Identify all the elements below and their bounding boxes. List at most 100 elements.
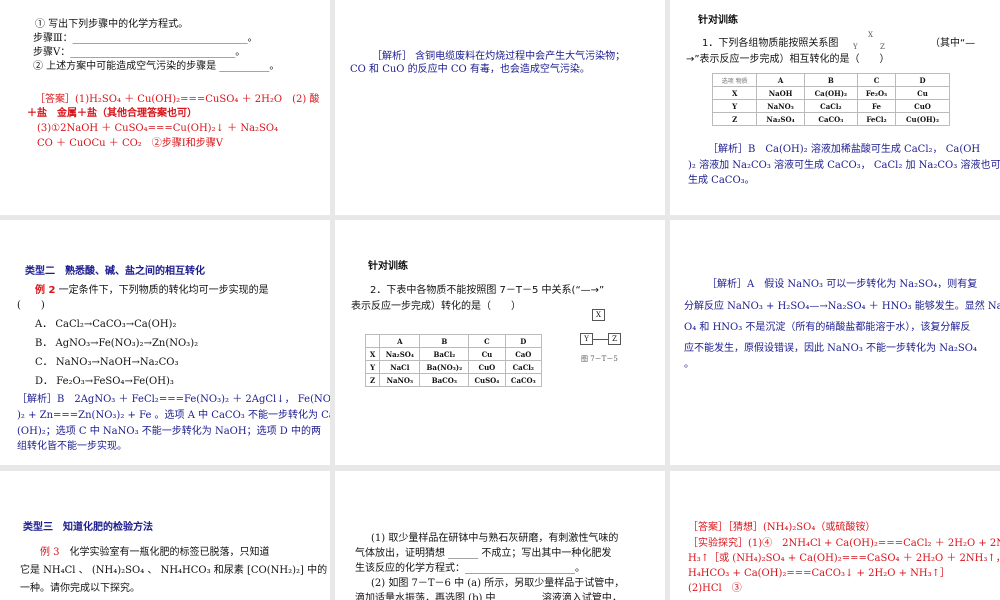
slide-4[interactable]: 类型二 熟悉酸、碱、盐之间的相互转化 例 2 一定条件下，下列物质的转化均可一步… [0,220,330,465]
answer-line: CO ＋ CuOCu ＋ CO₂ ②步骤Ⅰ和步骤Ⅴ [37,138,223,149]
header-cell: 选项 物质 [711,73,758,87]
cell: CuO [468,360,506,374]
option-a: A． CaCl₂→CaCO₃→Ca(OH)₂ [35,319,177,330]
answer-line: ＋盐 金属＋盐（其他合理答案也可） [27,108,197,119]
analysis-line: )₂ 溶液加 Na₂CO₃ 溶液可生成 CaCO₃， CaCl₂ 加 Na₂CO… [688,160,1000,171]
header-cell: D [895,73,950,87]
analysis-line: )₂ + Zn===Zn(NO₃)₂ + Fe 。选项 A 中 CaCO₃ 不能… [17,410,330,421]
question-line: 它是 NH₄Cl 、 (NH₄)₂SO₄ 、 NH₄HCO₃ 和尿素 [CO(N… [20,565,328,576]
table-header: ABCD [364,334,543,348]
answer-line: (3)①2NaOH ＋ CuSO₄===Cu(OH)₂↓ ＋ Na₂SO₄ [37,123,279,134]
header-cell: C [856,73,897,87]
cell: X [711,86,758,100]
cell: Ca(OH)₂ [803,86,858,100]
cell: NaNO₃ [756,99,805,113]
slide-1[interactable]: ① 写出下列步骤中的化学方程式。 步骤Ⅲ：___________________… [0,0,330,215]
analysis-line: O₄ 和 HNO₃ 不是沉淀（所有的硝酸盐都能溶于水），该复分解反 [684,322,971,333]
cell: CaO [504,347,543,361]
table-row: X NaOH Ca(OH)₂ Fe₂O₃ Cu [711,86,950,100]
node-y: Y [580,333,593,345]
header-cell: B [803,73,858,87]
cell: CaCl₂ [504,360,543,374]
cell: FeCl₂ [856,112,897,126]
example-label: 例 3 [40,547,60,558]
figure-caption: 图 7－T－5 [581,355,618,363]
cell: Fe [856,99,897,113]
cell: CaCl₂ [803,99,858,113]
header-cell: C [468,334,506,348]
cell: Fe₂O₃ [856,86,897,100]
question-line: (1) 取少量样品在研钵中与熟石灰研磨，有刺激性气味的 [371,533,619,544]
question-line: →”表示反应一步完成）相互转化的是（ ） [686,54,890,65]
question-line: 1．下列各组物质能按照关系图 [702,38,839,49]
question-line: （其中“— [930,38,976,49]
slide-9[interactable]: ［答案］［猜想］(NH₄)₂SO₄（或硫酸铵） ［实验探究］(1)④ 2NH₄C… [670,471,1000,600]
cell: NaCl [379,360,421,374]
section-title: 针对训练 [698,15,738,26]
analysis-line: 分解反应 NaNO₃ + H₂SO₄—→Na₂SO₄ ＋ HNO₃ 能够发生。显… [684,301,1000,312]
relation-diagram: X Y Z [853,31,888,53]
table-row: Y NaCl Ba(NO₃)₂ CuO CaCl₂ [364,360,543,374]
node-z: Z [880,43,885,51]
cell: X [364,347,381,361]
header-cell: B [419,334,470,348]
cell: Na₂SO₄ [756,112,805,126]
slide-3[interactable]: 针对训练 1．下列各组物质能按照关系图 X Y Z （其中“— →”表示反应一步… [670,0,1000,215]
question-line: ② 上述方案中可能造成空气污染的步骤是 __________。 [33,61,280,72]
answer-line: H₄HCO₃ + Ca(OH)₂===CaCO₃↓ + 2H₂O + NH₃↑］ [688,568,950,579]
cell: Z [364,373,381,387]
analysis-line: CO 和 CuO 的反应中 CO 有毒，也会造成空气污染。 [350,64,590,75]
node-z: Z [608,333,621,345]
question-line: 滴加适量水振荡，再选图 (b) 中 ________ 溶液滴入试管中， [355,593,622,600]
options-table: ABCD X Na₂SO₄ BaCl₂ Cu CaO Y NaCl Ba(NO₃)₂ CuO C… [364,334,543,387]
analysis-line: 应不能发生，原假设错误，因此 NaNO₃ 不能一步转化为 Na₂SO₄ [684,343,977,354]
section-title: 针对训练 [368,261,408,272]
cell: NaNO₃ [379,373,421,387]
arrow-y-z [593,339,608,340]
option-c: C． NaNO₃→NaOH→Na₂CO₃ [35,357,179,368]
question-line: 表示反应一步完成）转化的是（ ） [351,301,521,312]
cell: Ba(NO₃)₂ [419,360,470,374]
question-line: ① 写出下列步骤中的化学方程式。 [35,19,189,30]
analysis-line: (OH)₂；选项 C 中 NaNO₃ 不能一步转化为 NaOH；选项 D 中的两 [17,426,321,437]
cell: Na₂SO₄ [379,347,421,361]
options-table: 选项 物质 A B C D X NaOH Ca(OH)₂ Fe₂O₃ Cu Y NaNO₃ CaCl… [711,73,950,126]
slide-7[interactable]: 类型三 知道化肥的检验方法 例 3 化学实验室有一瓶化肥的标签已脱落，只知道 它… [0,471,330,600]
slide-6[interactable]: ［解析］A 假设 NaNO₃ 可以一步转化为 Na₂SO₄，则有复 分解反应 N… [670,220,1000,465]
cell: Y [711,99,758,113]
question-line: 生该反应的化学方程式：______________________。 [355,563,585,574]
question-line: 2．下表中各物质不能按照图 7－T－5 中关系(“—→” [370,285,605,296]
question-line: (2) 如图 7－T－6 中 (a) 所示，另取少量样品于试管中， [371,578,625,589]
header-cell: D [504,334,543,348]
cell: Z [711,112,758,126]
answer-line: H₃↑［或 (NH₄)₂SO₄ + Ca(OH)₂===CaSO₄ ＋ 2H₂O… [688,553,1000,564]
question-line: 步骤Ⅴ：_________________________________。 [33,47,246,58]
section-title: 类型三 知道化肥的检验方法 [23,522,153,533]
slide-5[interactable]: 针对训练 2．下表中各物质不能按照图 7－T－5 中关系(“—→” 表示反应一步… [335,220,665,465]
slide-2[interactable]: ［解析］ 含铜电缆废料在灼烧过程中会产生大气污染物； CO 和 CuO 的反应中… [335,0,665,215]
cell: CaCO₃ [803,112,858,126]
cell: Cu [468,347,506,361]
cell: Cu [895,86,950,100]
cell: CaCO₃ [504,373,543,387]
node-x: X [592,309,605,321]
question-text: 化学实验室有一瓶化肥的标签已脱落，只知道 [69,547,270,558]
question-line: 步骤Ⅲ：___________________________________。 [33,33,258,44]
answer-line: ［实验探究］(1)④ 2NH₄Cl + Ca(OH)₂===CaCl₂ ＋ 2H… [688,538,1000,549]
slide-8[interactable]: (1) 取少量样品在研钵中与熟石灰研磨，有刺激性气味的 气体放出，证明猜想 __… [335,471,665,600]
header-cell: A [756,73,805,87]
cell: CuO [895,99,950,113]
cell: BaCO₃ [419,373,470,387]
table-row: Z Na₂SO₄ CaCO₃ FeCl₂ Cu(OH)₂ [711,112,950,126]
node-y: Y [853,43,858,51]
question-line: 例 2 一定条件下，下列物质的转化均可一步实现的是 [35,284,269,299]
question-line: 例 3 化学实验室有一瓶化肥的标签已脱落，只知道 [40,546,270,561]
answer-paren: ( ) [17,300,45,311]
analysis-line: ［解析］B Ca(OH)₂ 溶液加稀盐酸可生成 CaCl₂， Ca(OH [708,144,981,155]
question-line: 气体放出，证明猜想 ______ 不成立；写出其中一种化肥发 [355,548,612,559]
analysis-line: 生成 CaCO₃。 [688,175,755,186]
answer-line: ［答案］［猜想］(NH₄)₂SO₄（或硫酸铵） [688,522,876,533]
table-row: Z NaNO₃ BaCO₃ CuSO₄ CaCO₃ [364,373,543,387]
cell: NaOH [756,86,805,100]
answer-line: (2)HCl ③ [688,583,742,594]
